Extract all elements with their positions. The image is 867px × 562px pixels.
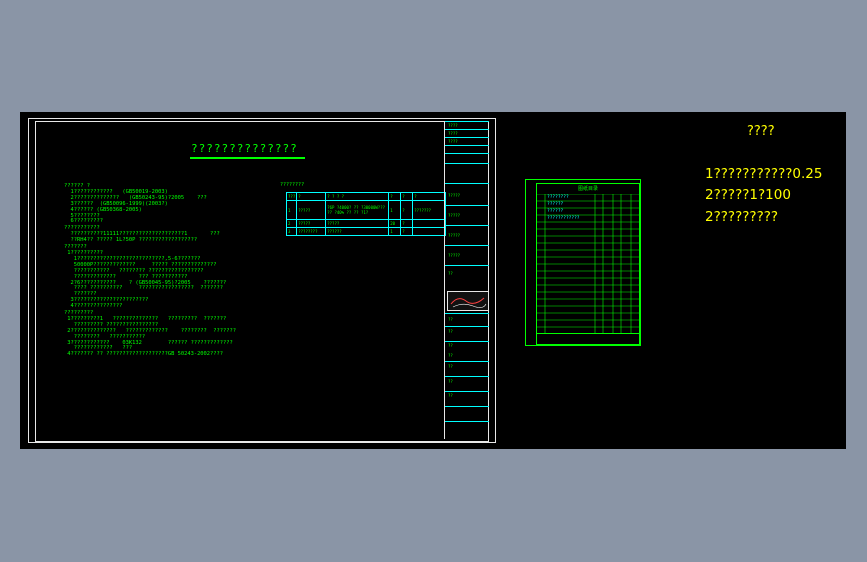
param-table-cell: 3: [285, 227, 298, 236]
list-item: ??????: [547, 202, 564, 207]
title-block-label: ????: [448, 139, 458, 144]
design-notes: ?????? ? 1???????????? (GB50019-2003) 2?…: [64, 183, 236, 358]
title-block-rule: [445, 265, 489, 266]
title-block-label: ????: [448, 123, 458, 128]
param-table-cell: ?: [400, 227, 414, 236]
title-block-rule: [445, 163, 489, 164]
title-block-label: ??: [448, 271, 453, 276]
param-table-cell: 2: [285, 219, 298, 228]
title-block-label: ??: [448, 329, 453, 334]
note-line: 4??????? ?? ???????????????????GB 50243-…: [64, 351, 224, 358]
title-block-rule: [445, 205, 489, 206]
param-table-cell: 1: [388, 227, 402, 236]
param-table-header-cell: ?: [400, 192, 414, 201]
title-block-rule: [445, 341, 489, 342]
general-note-3: 2?????????: [705, 209, 779, 225]
title-block-label: ??: [448, 364, 453, 369]
title-block-rule: [445, 121, 489, 122]
list-item: ????????????: [547, 216, 580, 221]
title-block-rule: [445, 313, 489, 314]
note-line: ??RH4?? ????? 1L?50P ??????????????????: [64, 237, 198, 244]
param-table-cell: ?????: [296, 219, 327, 228]
table-row: 1????? ?6P ?4000? ?? ?30000W??? ?? ?40% ?…: [285, 200, 447, 220]
title-block-rule: [445, 245, 489, 246]
title-block: ????????????????????????????????????????…: [444, 121, 489, 439]
title-block-label: ?????: [448, 193, 461, 198]
param-table-cell: ?????: [296, 200, 327, 220]
param-table-cell: ?6P ?4000? ?? ?30000W??? ?? ?40% ?? ?? ?…: [325, 200, 390, 220]
param-table-cell: 1: [285, 200, 298, 220]
param-table-title: ????????: [280, 182, 305, 188]
cad-viewport[interactable]: ?????????????? ?????? ? 1???????????? (G…: [20, 112, 846, 449]
param-table-cell: ?: [400, 219, 414, 228]
title-block-rule: [445, 376, 489, 377]
param-table-cell: 1: [388, 200, 402, 220]
plan-thumbnail-sketch: [450, 297, 487, 308]
param-table-header-cell: ?: [412, 192, 447, 201]
title-block-rule: [445, 406, 489, 407]
title-block-rule: [445, 153, 489, 154]
param-table-cell: 20: [388, 219, 402, 228]
equipment-param-table: ????? ? ? ???? 1????? ?6P ?4000? ?? ?3000…: [285, 192, 447, 236]
plan-thumbnail: [447, 291, 489, 311]
title-block-label: ??: [448, 393, 453, 398]
param-table-cell: ???????: [412, 200, 447, 220]
drawing-title: ??????????????: [191, 142, 298, 155]
title-underline: [190, 157, 305, 159]
drawing-list-grid: [537, 194, 639, 334]
drawing-list-footer: [537, 333, 639, 344]
param-table-cell: ????????: [296, 227, 327, 236]
param-table-header-cell: ???: [285, 192, 298, 201]
title-block-label: ??: [448, 353, 453, 358]
param-table-cell: ?????: [325, 219, 390, 228]
param-table-cell: ?: [400, 200, 414, 220]
list-item: ????????: [547, 195, 569, 200]
param-table-header-cell: ?: [296, 192, 327, 201]
table-row: 3?????????????? 1?: [285, 227, 447, 236]
param-table-cell: [412, 227, 447, 236]
title-block-label: ??: [448, 343, 453, 348]
drawing-list-title: 图纸目录: [577, 186, 598, 192]
general-note-1: 1???????????0.25: [705, 166, 823, 182]
drawing-list-sheet: 图纸目录 ????????????????????????????????: [525, 179, 641, 346]
title-block-rule: [445, 361, 489, 362]
title-block-rule: [445, 183, 489, 184]
title-block-label: ?????: [448, 233, 461, 238]
title-block-label: ??: [448, 317, 453, 322]
list-item: ??????: [547, 209, 564, 214]
drawing-list-frame: 图纸目录 ????????????????????????????????: [536, 183, 640, 345]
general-notes-title: ????: [747, 124, 775, 139]
title-block-rule: [445, 129, 489, 130]
title-block-label: ????: [448, 131, 458, 136]
title-block-rule: [445, 145, 489, 146]
title-block-rule: [445, 421, 489, 422]
title-block-label: ?????: [448, 213, 461, 218]
title-block-rule: [445, 391, 489, 392]
title-block-rule: [445, 326, 489, 327]
title-block-rule: [445, 225, 489, 226]
general-note-2: 2?????1?100: [705, 187, 791, 203]
table-row: 2?????????? 20?: [285, 219, 447, 228]
title-block-rule: [445, 137, 489, 138]
title-block-label: ??: [448, 379, 453, 384]
param-table-cell: [412, 219, 447, 228]
param-table-cell: ??????: [325, 227, 390, 236]
title-block-label: ?????: [448, 253, 461, 258]
param-table-header-cell: ?: [388, 192, 402, 201]
param-table-header-cell: ? ? ? ?: [325, 192, 390, 201]
